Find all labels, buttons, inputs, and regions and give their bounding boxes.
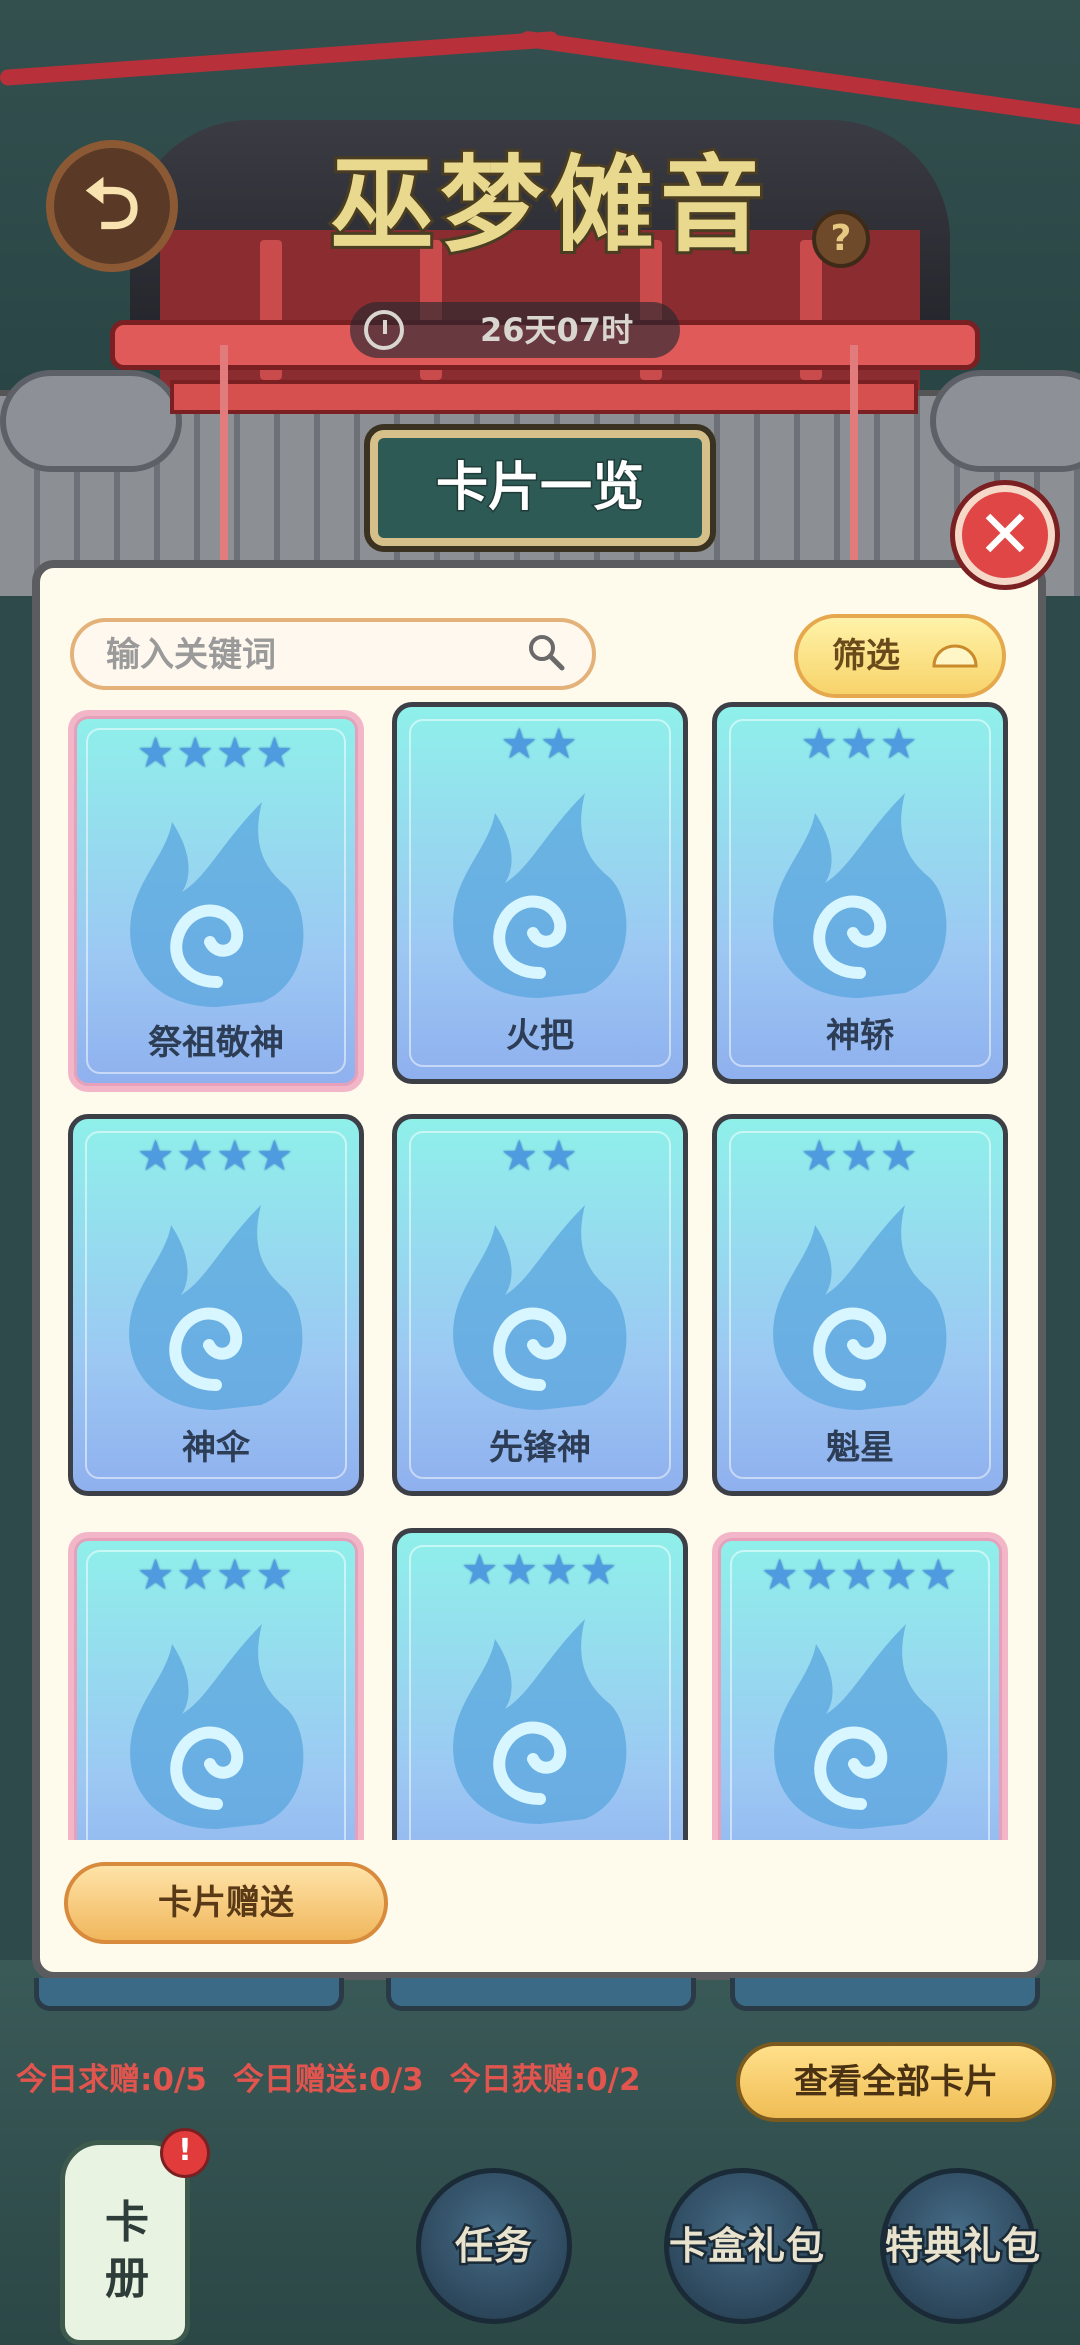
card-item[interactable]: ★★★★ (68, 1532, 364, 1840)
panel-title: 卡片一览 (434, 457, 645, 520)
card-item[interactable]: ★★★ 神轿 (712, 702, 1008, 1084)
card-item[interactable]: ★★★★ 祭祖敬神 (68, 710, 364, 1092)
stat-received: 今日获赠:0/2 (449, 2062, 641, 2098)
event-title: 巫梦傩音 (327, 141, 770, 269)
star-rating: ★★★★ (136, 1550, 296, 1599)
card-item[interactable]: ★★★★★ (712, 1532, 1008, 1840)
blue-flame-icon (774, 1624, 948, 1829)
red-archway-beam (170, 380, 918, 414)
card-name: 先锋神 (489, 1428, 591, 1468)
blue-flame-icon (773, 793, 947, 998)
card-name: 神轿 (826, 1016, 894, 1056)
tab-stub-decoration (386, 1978, 696, 2011)
cloud-decoration (930, 370, 1080, 472)
star-rating: ★★★★ (460, 1545, 620, 1594)
card-name: 祭祖敬神 (148, 1023, 284, 1063)
alert-badge-icon: ! (160, 2128, 210, 2178)
search-input[interactable] (104, 622, 528, 688)
close-button[interactable]: ✕ (955, 485, 1055, 585)
card-item[interactable]: ★★ 火把 (392, 702, 688, 1084)
cloud-decoration (0, 370, 182, 472)
card-name: 火把 (506, 1016, 574, 1056)
task-button[interactable]: 任务 (416, 2168, 572, 2324)
card-item[interactable]: ★★★★ (392, 1528, 688, 1840)
filter-label: 筛选 (832, 636, 900, 676)
lantern-label: 卡册 (65, 2195, 185, 2307)
star-rating: ★★★★★ (760, 1550, 960, 1599)
back-button[interactable]: ⮌ (46, 140, 178, 272)
blue-flame-icon (773, 1205, 947, 1410)
stat-gifted: 今日赠送:0/3 (232, 2062, 424, 2098)
star-rating: ★★ (500, 1131, 580, 1180)
ribbon-decoration (220, 345, 228, 595)
ribbon-decoration (850, 345, 858, 595)
blue-flame-icon (453, 793, 627, 998)
special-pack-label: 特典礼包 (882, 2222, 1042, 2271)
blue-flame-icon (130, 1624, 304, 1829)
card-gift-button[interactable]: 卡片赠送 (64, 1862, 388, 1944)
tab-stub-decoration (34, 1978, 344, 2011)
countdown-text: 26天07时 (480, 311, 634, 349)
cloud-icon (932, 644, 978, 668)
clock-icon (364, 310, 404, 350)
help-button[interactable]: ? (812, 210, 870, 268)
stat-request: 今日求赠:0/5 (16, 2062, 207, 2098)
card-name: 神伞 (182, 1428, 250, 1468)
star-rating: ★★★ (800, 1131, 920, 1180)
task-button-label: 任务 (452, 2222, 534, 2271)
countdown-timer: 26天07时 (350, 302, 680, 358)
lantern-label-text: 卡册 (105, 2197, 149, 2304)
view-all-cards-button[interactable]: 查看全部卡片 (736, 2042, 1056, 2122)
blue-flame-icon (453, 1619, 627, 1824)
blue-flame-icon (453, 1205, 627, 1410)
star-rating: ★★★★ (136, 728, 296, 777)
star-rating: ★★ (500, 719, 580, 768)
card-grid[interactable]: ★★★★ 祭祖敬神 ★★ 火把 ★★★ 神轿 ★★★★ 神伞 ★★ 先锋神 ★★… (64, 702, 1016, 1840)
card-item[interactable]: ★★ 先锋神 (392, 1114, 688, 1496)
card-item[interactable]: ★★★ 魁星 (712, 1114, 1008, 1496)
back-arrow-icon: ⮌ (83, 163, 141, 245)
search-box[interactable] (70, 618, 596, 690)
blue-flame-icon (130, 802, 304, 1007)
close-icon: ✕ (977, 496, 1033, 573)
blue-flame-icon (129, 1205, 303, 1410)
card-box-pack-label: 卡盒礼包 (666, 2222, 826, 2271)
star-rating: ★★★★ (136, 1131, 296, 1180)
card-box-pack-button[interactable]: 卡盒礼包 (664, 2168, 827, 2324)
filter-button[interactable]: 筛选 (794, 614, 1006, 698)
card-item[interactable]: ★★★★ 神伞 (68, 1114, 364, 1496)
search-icon[interactable] (526, 632, 566, 672)
card-name: 魁星 (826, 1428, 894, 1468)
star-rating: ★★★ (800, 719, 920, 768)
panel-header: 卡片一览 (370, 430, 710, 546)
special-pack-button[interactable]: 特典礼包 (880, 2168, 1043, 2324)
daily-stats: 今日求赠:0/5 今日赠送:0/3 今日获赠:0/2 (16, 2054, 667, 2104)
tab-stub-decoration (730, 1978, 1040, 2011)
